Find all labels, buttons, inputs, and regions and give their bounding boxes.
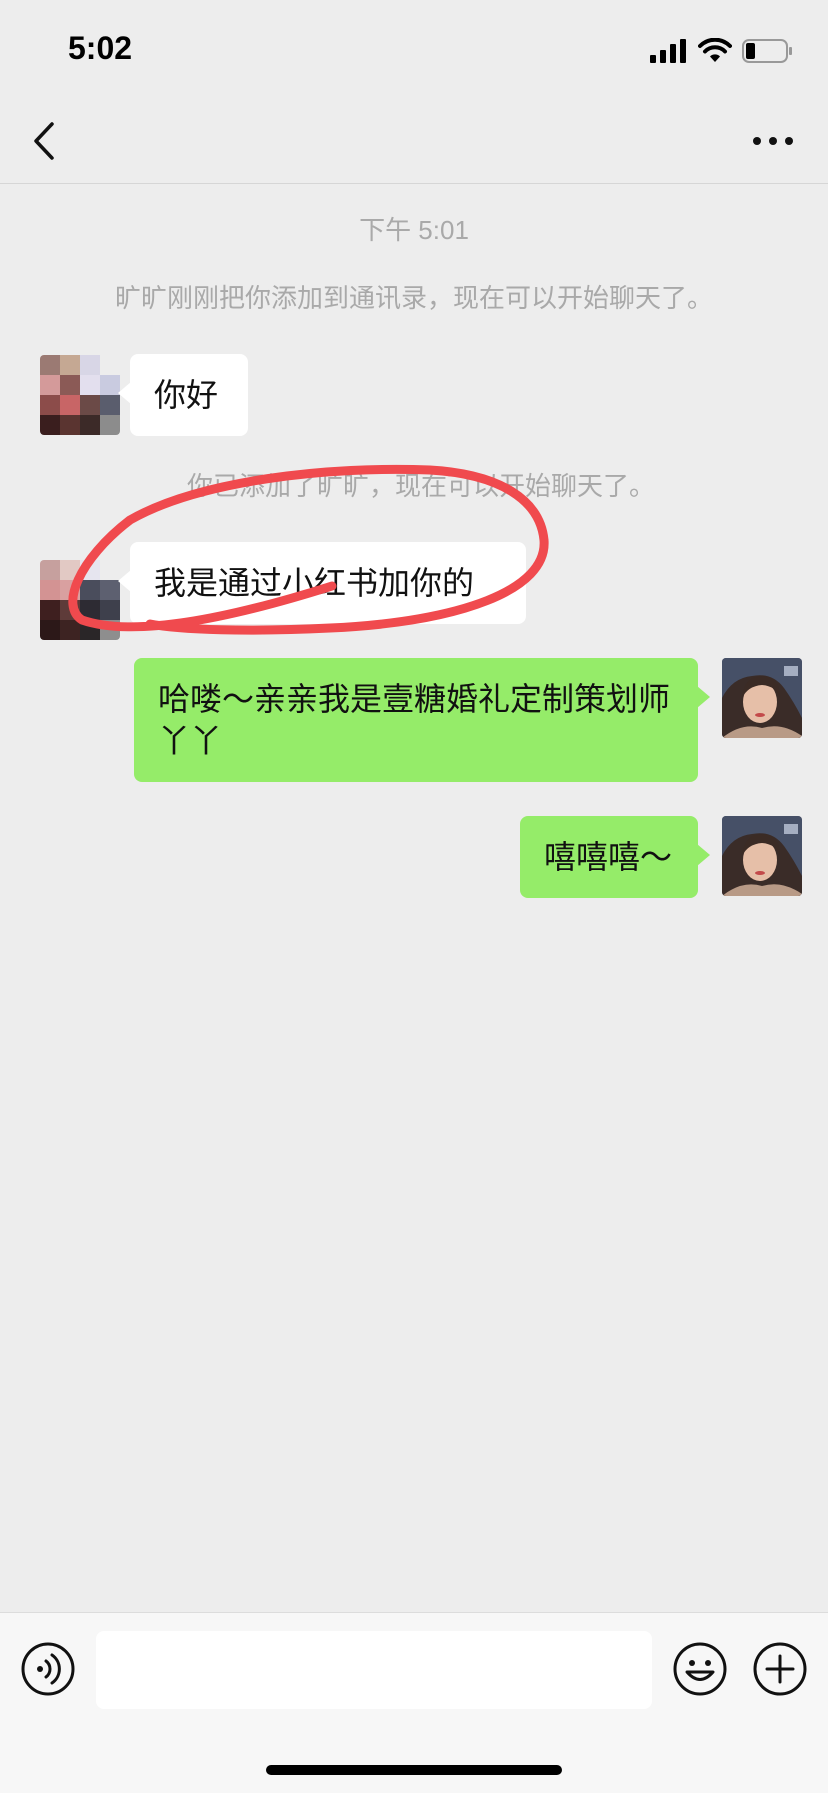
more-functions-button[interactable] <box>752 1641 808 1697</box>
cellular-signal-icon <box>650 39 686 63</box>
message-text: 哈喽～亲亲我是壹糖婚礼定制策划师丫丫 <box>158 680 671 760</box>
message-text: 嘻嘻嘻～ <box>544 838 673 876</box>
status-bar: 5:02 <box>0 0 828 100</box>
message-bubble-incoming[interactable]: 你好 <box>118 354 248 436</box>
status-icons <box>650 34 794 68</box>
wifi-icon <box>698 38 732 62</box>
voice-icon <box>21 1642 75 1696</box>
more-options-button[interactable] <box>748 124 798 158</box>
emoji-button[interactable] <box>672 1641 728 1697</box>
home-indicator <box>266 1765 562 1775</box>
portrait-image <box>722 658 802 738</box>
message-bubble-outgoing[interactable]: 哈喽～亲亲我是壹糖婚礼定制策划师丫丫 <box>134 658 710 782</box>
plus-circle-icon <box>753 1642 807 1696</box>
chevron-left-icon <box>34 122 54 160</box>
portrait-image <box>722 816 802 896</box>
status-time: 5:02 <box>68 30 133 66</box>
my-avatar[interactable] <box>722 658 802 738</box>
ellipsis-icon <box>753 137 793 145</box>
voice-input-button[interactable] <box>20 1641 76 1697</box>
my-avatar[interactable] <box>722 816 802 896</box>
message-text: 你好 <box>154 376 219 414</box>
system-message-you-added: 你已添加了旷旷，现在可以开始聊天了。 <box>186 472 655 502</box>
message-timestamp: 下午 5:01 <box>359 215 469 245</box>
system-message-added: 旷旷刚刚把你添加到通讯录，现在可以开始聊天了。 <box>114 284 713 314</box>
emoji-icon <box>673 1642 727 1696</box>
message-input[interactable] <box>96 1631 652 1709</box>
message-bubble-outgoing[interactable]: 嘻嘻嘻～ <box>520 816 710 898</box>
battery-icon <box>742 39 792 63</box>
chat-header <box>0 100 828 184</box>
message-text: 我是通过小红书加你的 <box>154 564 475 602</box>
back-button[interactable] <box>26 118 66 164</box>
message-bubble-incoming-highlighted[interactable]: 我是通过小红书加你的 <box>118 542 526 624</box>
contact-avatar[interactable] <box>40 560 120 640</box>
contact-avatar[interactable] <box>40 355 120 435</box>
